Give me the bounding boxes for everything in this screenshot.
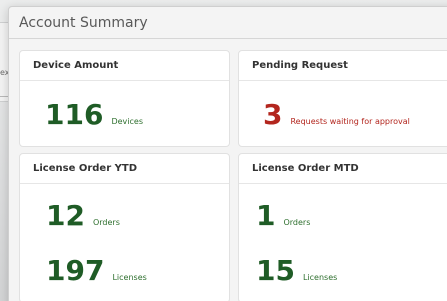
- mtd-licenses-value: 15: [256, 254, 295, 287]
- device-amount-unit: Devices: [111, 117, 143, 126]
- background-divider: [0, 96, 8, 97]
- ytd-orders-metric: 12 Orders: [46, 202, 120, 230]
- pending-request-unit: Requests waiting for approval: [290, 117, 410, 126]
- card-header: Pending Request: [239, 51, 447, 81]
- ytd-licenses-unit: Licenses: [112, 273, 147, 282]
- ytd-orders-value: 12: [46, 199, 85, 232]
- license-order-ytd-card: License Order YTD 12 Orders 197 Licenses: [19, 153, 230, 301]
- ytd-licenses-value: 197: [46, 254, 105, 287]
- license-order-mtd-card: License Order MTD 1 Orders 15 Licenses: [238, 153, 447, 301]
- card-header: License Order MTD: [239, 154, 447, 184]
- license-order-mtd-title: License Order MTD: [252, 163, 359, 174]
- account-summary-panel: Account Summary Device Amount 116 Device…: [8, 6, 447, 301]
- mtd-orders-unit: Orders: [283, 218, 311, 227]
- card-header: License Order YTD: [20, 154, 229, 184]
- mtd-orders-value: 1: [256, 199, 276, 232]
- pending-request-card: Pending Request 3 Requests waiting for a…: [238, 50, 447, 147]
- ytd-licenses-metric: 197 Licenses: [46, 257, 147, 285]
- pending-request-metric: 3 Requests waiting for approval: [263, 101, 410, 129]
- mtd-licenses-metric: 15 Licenses: [256, 257, 337, 285]
- device-amount-metric: 116 Devices: [45, 101, 143, 129]
- license-order-ytd-title: License Order YTD: [33, 163, 137, 174]
- ytd-orders-unit: Orders: [92, 218, 120, 227]
- mtd-orders-metric: 1 Orders: [256, 202, 310, 230]
- device-amount-title: Device Amount: [33, 60, 119, 71]
- card-header: Device Amount: [20, 51, 229, 81]
- panel-header: Account Summary: [9, 7, 447, 39]
- mtd-licenses-unit: Licenses: [302, 273, 338, 282]
- device-amount-value: 116: [45, 98, 104, 131]
- panel-title: Account Summary: [19, 14, 148, 31]
- pending-request-value: 3: [263, 98, 283, 131]
- pending-request-title: Pending Request: [252, 60, 348, 71]
- device-amount-card: Device Amount 116 Devices: [19, 50, 230, 147]
